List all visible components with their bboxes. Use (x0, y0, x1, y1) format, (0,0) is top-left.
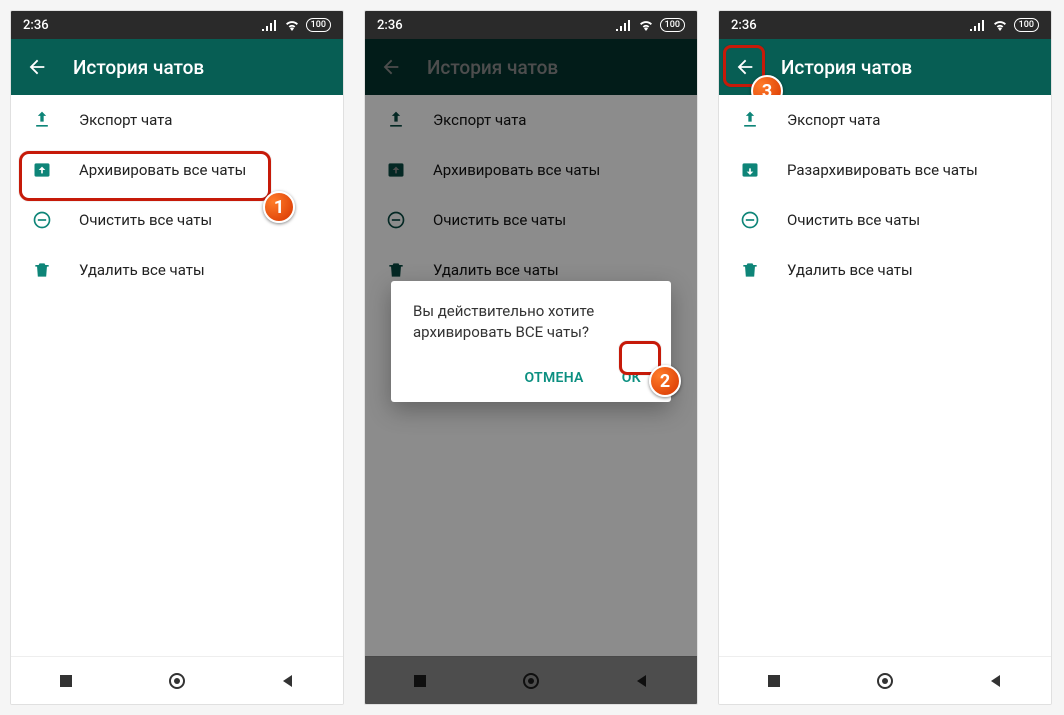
menu-label: Очистить все чаты (79, 211, 212, 229)
back-button[interactable] (733, 55, 757, 79)
delete-all-item[interactable]: Удалить все чаты (11, 245, 343, 295)
menu-label: Очистить все чаты (787, 211, 920, 229)
screen-3: 2:36 100 История чатов 3 Экспорт чата Ра… (718, 10, 1052, 705)
wifi-icon (992, 19, 1008, 31)
unarchive-all-item[interactable]: Разархивировать все чаты (719, 145, 1051, 195)
export-chat-item[interactable]: Экспорт чата (11, 95, 343, 145)
trash-icon (739, 259, 761, 281)
page-title: История чатов (73, 56, 204, 79)
dialog-actions: ОТМЕНА ОК (413, 364, 649, 392)
app-bar: История чатов (11, 39, 343, 95)
menu-label: Удалить все чаты (79, 261, 205, 279)
menu-label: Архивировать все чаты (79, 161, 246, 179)
unarchive-icon (739, 159, 761, 181)
signal-icon (970, 19, 986, 31)
battery-icon: 100 (306, 18, 331, 32)
dialog-message: Вы действительно хотите архивировать ВСЕ… (413, 301, 649, 342)
wifi-icon (638, 19, 654, 31)
signal-icon (616, 19, 632, 31)
recents-button[interactable] (762, 669, 786, 693)
home-button[interactable] (165, 669, 189, 693)
app-bar: История чатов 3 (719, 39, 1051, 95)
battery-icon: 100 (660, 18, 685, 32)
settings-list: Экспорт чата Разархивировать все чаты Оч… (719, 95, 1051, 656)
ok-button[interactable]: ОК (614, 364, 649, 392)
recents-button[interactable] (54, 669, 78, 693)
menu-label: Удалить все чаты (787, 261, 913, 279)
status-bar: 2:36 100 (719, 11, 1051, 39)
page-title: История чатов (781, 56, 912, 79)
clear-icon (31, 209, 53, 231)
menu-label: Разархивировать все чаты (787, 161, 978, 179)
screen-2: 2:36 100 История чатов Экспорт чата Архи… (364, 10, 698, 705)
export-icon (739, 109, 761, 131)
modal-scrim[interactable]: Вы действительно хотите архивировать ВСЕ… (365, 39, 697, 704)
delete-all-item[interactable]: Удалить все чаты (719, 245, 1051, 295)
menu-label: Экспорт чата (787, 111, 880, 129)
android-nav-bar (719, 656, 1051, 704)
clock: 2:36 (731, 18, 757, 33)
settings-list: Экспорт чата Архивировать все чаты Очист… (11, 95, 343, 656)
wifi-icon (284, 19, 300, 31)
trash-icon (31, 259, 53, 281)
clear-all-item[interactable]: Очистить все чаты (11, 195, 343, 245)
menu-label: Экспорт чата (79, 111, 172, 129)
status-bar: 2:36 100 (365, 11, 697, 39)
battery-icon: 100 (1014, 18, 1039, 32)
confirm-dialog: Вы действительно хотите архивировать ВСЕ… (391, 281, 671, 402)
clock: 2:36 (23, 18, 49, 33)
android-nav-bar (11, 656, 343, 704)
export-icon (31, 109, 53, 131)
status-icons: 100 (970, 18, 1039, 32)
arrow-left-icon (734, 56, 756, 78)
status-bar: 2:36 100 (11, 11, 343, 39)
screen-1: 2:36 100 История чатов Экспорт чата Архи… (10, 10, 344, 705)
export-chat-item[interactable]: Экспорт чата (719, 95, 1051, 145)
status-icons: 100 (262, 18, 331, 32)
status-icons: 100 (616, 18, 685, 32)
back-nav-button[interactable] (984, 669, 1008, 693)
clear-icon (739, 209, 761, 231)
cancel-button[interactable]: ОТМЕНА (517, 364, 592, 392)
step-badge-2: 2 (649, 365, 681, 397)
clock: 2:36 (377, 18, 403, 33)
home-button[interactable] (873, 669, 897, 693)
archive-icon (31, 159, 53, 181)
archive-all-item[interactable]: Архивировать все чаты (11, 145, 343, 195)
clear-all-item[interactable]: Очистить все чаты (719, 195, 1051, 245)
back-button[interactable] (25, 55, 49, 79)
back-nav-button[interactable] (276, 669, 300, 693)
arrow-left-icon (26, 56, 48, 78)
signal-icon (262, 19, 278, 31)
